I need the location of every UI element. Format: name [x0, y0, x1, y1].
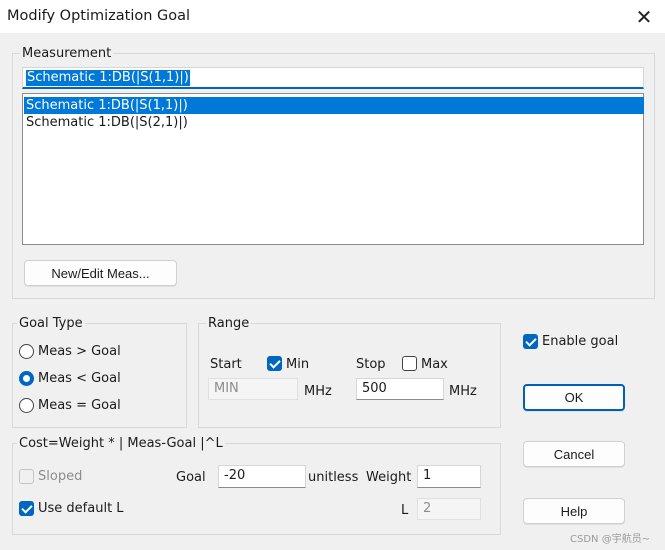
weight-input[interactable]: 1	[417, 465, 481, 488]
cancel-button[interactable]: Cancel	[523, 441, 625, 467]
enable-goal-label: Enable goal	[542, 334, 619, 349]
radio-meas-greater[interactable]: Meas > Goal	[19, 343, 169, 361]
l-label: L	[401, 503, 409, 518]
cost-group	[12, 443, 501, 535]
sloped-checkbox[interactable]: Sloped	[19, 468, 119, 486]
stop-input[interactable]: 500	[356, 378, 444, 400]
range-group	[198, 323, 501, 428]
l-input[interactable]: 2	[417, 498, 481, 520]
min-checkbox[interactable]: Min	[267, 355, 327, 373]
measurement-group-label: Measurement	[20, 46, 114, 61]
measurement-listbox[interactable]: Schematic 1:DB(|S(1,1)|) Schematic 1:DB(…	[22, 93, 644, 245]
sloped-label: Sloped	[38, 469, 83, 484]
stop-unit: MHz	[449, 384, 477, 399]
checkbox[interactable]	[402, 356, 417, 371]
enable-goal-checkbox[interactable]: Enable goal	[523, 333, 643, 351]
use-default-l-checkbox[interactable]: Use default L	[19, 500, 149, 518]
cancel-label: Cancel	[553, 446, 595, 462]
list-item[interactable]: Schematic 1:DB(|S(1,1)|)	[24, 97, 644, 114]
radio-button[interactable]	[19, 398, 34, 413]
window-title: Modify Optimization Goal	[7, 8, 191, 24]
goal-input[interactable]: -20	[218, 465, 306, 488]
start-unit: MHz	[304, 384, 332, 399]
max-label: Max	[421, 357, 448, 372]
help-label: Help	[560, 503, 588, 519]
help-button[interactable]: Help	[523, 498, 625, 524]
use-default-l-label: Use default L	[38, 501, 124, 516]
watermark: CSDN @宇航员~	[570, 534, 651, 545]
radio-button[interactable]	[19, 371, 34, 386]
start-input[interactable]: MIN	[208, 378, 298, 400]
close-icon[interactable]: ✕	[631, 4, 657, 30]
range-group-label: Range	[206, 316, 252, 331]
goal-type-group-label: Goal Type	[17, 316, 85, 331]
list-item[interactable]: Schematic 1:DB(|S(2,1)|)	[24, 114, 644, 131]
goal-label: Goal	[176, 470, 206, 485]
new-edit-meas-label: New/Edit Meas...	[51, 265, 150, 281]
radio-meas-less[interactable]: Meas < Goal	[19, 370, 169, 388]
checkbox[interactable]	[19, 469, 34, 484]
start-label: Start	[210, 357, 242, 372]
checkbox[interactable]	[523, 334, 538, 349]
cost-group-label: Cost=Weight * | Meas-Goal |^L	[17, 436, 225, 451]
radio-button[interactable]	[19, 344, 34, 359]
stop-label: Stop	[356, 357, 386, 372]
measurement-combo[interactable]: Schematic 1:DB(|S(1,1)|)	[22, 67, 644, 89]
goal-unit: unitless	[308, 470, 359, 485]
new-edit-meas-button[interactable]: New/Edit Meas...	[24, 260, 177, 286]
min-label: Min	[286, 357, 310, 372]
checkbox[interactable]	[267, 356, 282, 371]
radio-meas-equal[interactable]: Meas = Goal	[19, 397, 169, 415]
max-checkbox[interactable]: Max	[402, 355, 462, 373]
measurement-combo-value: Schematic 1:DB(|S(1,1)|)	[26, 70, 190, 86]
radio-label: Meas = Goal	[38, 398, 121, 413]
radio-label: Meas > Goal	[38, 344, 121, 359]
title-bar: Modify Optimization Goal ✕	[0, 0, 665, 33]
weight-label: Weight	[366, 470, 412, 485]
checkbox[interactable]	[19, 501, 34, 516]
radio-label: Meas < Goal	[38, 371, 121, 386]
ok-label: OK	[564, 390, 584, 405]
ok-button[interactable]: OK	[523, 384, 625, 411]
